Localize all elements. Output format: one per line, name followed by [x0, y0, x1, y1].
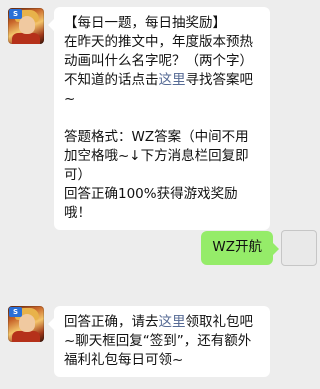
user-message-text: WZ开航: [212, 239, 262, 255]
user-avatar[interactable]: [281, 230, 317, 266]
avatar-face: [19, 314, 35, 332]
reply-text-before: 回答正确，请去: [64, 314, 159, 330]
avatar-face: [19, 16, 35, 34]
bot-message-bubble[interactable]: 【每日一题，每日抽奖励】 在昨天的推文中，年度版本预热动画叫什么名字呢？（两个字…: [48, 7, 270, 230]
avatar-armor: [12, 331, 40, 342]
message-question: 在昨天的推文中，年度版本预热动画叫什么名字呢？（两个字）: [64, 34, 253, 69]
user-message-bubble[interactable]: WZ开航: [201, 231, 279, 265]
message-answer-format: 答题格式：WZ答案（中间不用加空格哦~↓下方消息栏回复即可）: [64, 129, 249, 183]
avatar-badge-icon: S: [9, 9, 22, 19]
bot-avatar[interactable]: S: [8, 8, 44, 44]
hint-text-before: 不知道的话点击: [64, 72, 159, 88]
avatar-armor: [12, 33, 40, 44]
bot-message-bubble[interactable]: 回答正确，请去这里领取礼包吧~聊天框回复“签到”，还有额外福利礼包每日可领~: [48, 306, 270, 377]
message-hint: 不知道的话点击这里寻找答案吧~: [64, 71, 260, 109]
answer-link[interactable]: 这里: [159, 72, 186, 88]
avatar-badge-icon: S: [9, 307, 22, 317]
bot-avatar[interactable]: S: [8, 306, 44, 342]
message-reward-note: 回答正确100%获得游戏奖励哦！: [64, 186, 238, 221]
message-title: 【每日一题，每日抽奖励】: [64, 15, 226, 31]
gift-link[interactable]: 这里: [159, 314, 186, 330]
